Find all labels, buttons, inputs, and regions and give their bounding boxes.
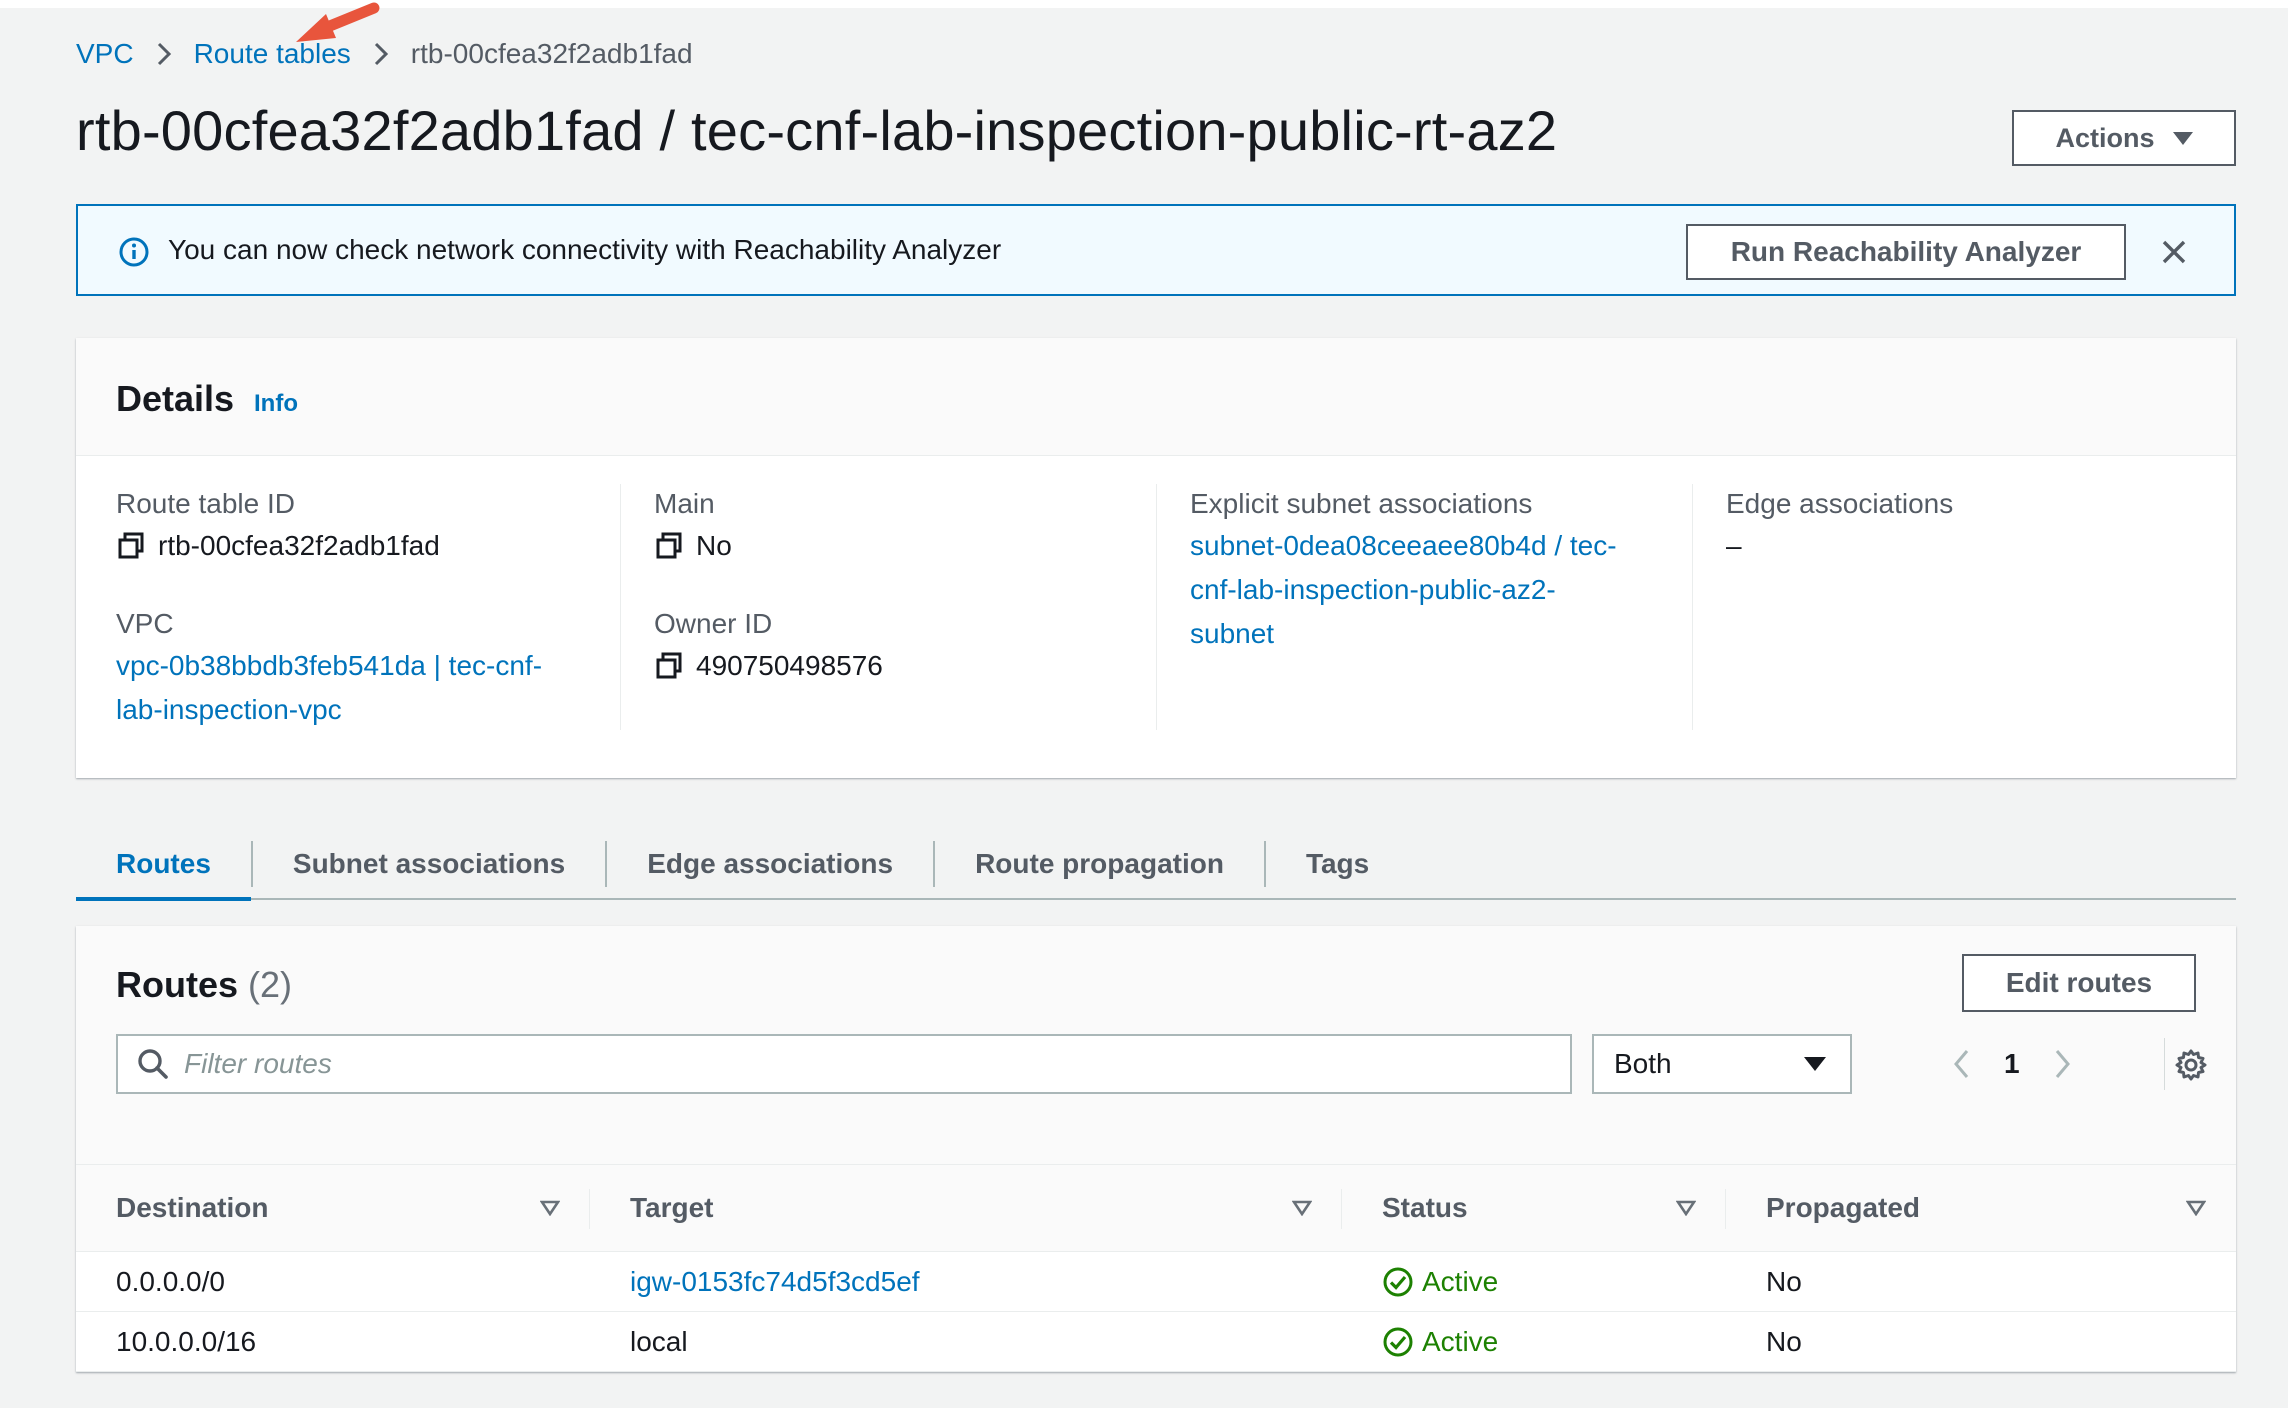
routes-count: (2)	[248, 964, 293, 1005]
info-banner: You can now check network connectivity w…	[76, 204, 2236, 296]
tab-edge-associations[interactable]: Edge associations	[607, 829, 933, 899]
run-reachability-analyzer-button[interactable]: Run Reachability Analyzer	[1686, 224, 2126, 280]
status-text: Active	[1422, 1265, 1499, 1297]
vpc-label: VPC	[116, 608, 174, 639]
column-header-status[interactable]: Status	[1342, 1164, 1726, 1252]
column-header-target[interactable]: Target	[590, 1164, 1342, 1252]
explicit-subnet-associations-label: Explicit subnet associations	[1190, 488, 1533, 519]
details-column-3: Explicit subnet associations subnet-0dea…	[1190, 484, 1617, 656]
sort-icon[interactable]	[2186, 1200, 2206, 1216]
details-column-4: Edge associations –	[1726, 484, 1953, 568]
owner-id-label: Owner ID	[654, 608, 773, 639]
details-card: Details Info Route table ID rtb-00cfea32…	[76, 338, 2236, 778]
actions-button[interactable]: Actions	[2012, 110, 2236, 166]
routes-table: Destination Target Status Propagated 0.0…	[76, 1164, 2236, 1372]
pagination: 1	[1952, 1034, 2072, 1094]
subnet-link-line-1[interactable]: subnet-0dea08ceeaee80b4d / tec-	[1190, 524, 1617, 568]
route-filter-select[interactable]: Both	[1592, 1034, 1852, 1094]
main-value: No	[654, 524, 883, 568]
search-icon	[138, 1049, 168, 1079]
check-circle-icon	[1383, 1267, 1413, 1296]
column-label: Destination	[116, 1192, 269, 1223]
details-column-1: Route table ID rtb-00cfea32f2adb1fad VPC…	[116, 484, 542, 732]
caret-down-icon	[1804, 1057, 1826, 1071]
cell-target: local	[590, 1311, 1342, 1372]
filter-box	[116, 1034, 1572, 1094]
route-table-id-label: Route table ID	[116, 488, 295, 519]
pager-divider	[2164, 1038, 2165, 1090]
details-title: Details	[116, 378, 235, 419]
status-text: Active	[1422, 1325, 1499, 1357]
page-number[interactable]: 1	[2004, 1048, 2020, 1080]
table-row[interactable]: 10.0.0.0/16 local Active No	[76, 1311, 2236, 1372]
sort-icon[interactable]	[1292, 1200, 1312, 1216]
tab-routes[interactable]: Routes	[76, 829, 251, 901]
check-circle-icon	[1383, 1327, 1413, 1356]
column-divider	[1156, 484, 1157, 730]
column-label: Propagated	[1766, 1192, 1921, 1223]
gear-icon[interactable]	[2174, 1048, 2208, 1082]
cell-destination: 0.0.0.0/0	[76, 1251, 590, 1312]
chevron-right-icon[interactable]	[2054, 1048, 2072, 1080]
cell-propagated: No	[1726, 1311, 2236, 1372]
cell-propagated: No	[1726, 1251, 2236, 1312]
main-value-text: No	[696, 530, 732, 561]
sort-icon[interactable]	[1676, 1200, 1696, 1216]
caret-down-icon	[2172, 131, 2193, 145]
route-table-id-text: rtb-00cfea32f2adb1fad	[158, 530, 440, 561]
column-header-destination[interactable]: Destination	[76, 1164, 590, 1252]
breadcrumb-current: rtb-00cfea32f2adb1fad	[410, 38, 693, 69]
owner-id-text: 490750498576	[696, 650, 883, 681]
vpc-link-line-1[interactable]: vpc-0b38bbdb3feb541da | tec-cnf-	[116, 644, 542, 688]
filter-routes-input[interactable]	[184, 1048, 1544, 1080]
copy-icon[interactable]	[116, 531, 146, 561]
subnet-link-line-3[interactable]: subnet	[1190, 612, 1617, 656]
tab-tags[interactable]: Tags	[1266, 829, 1409, 899]
copy-icon[interactable]	[654, 651, 684, 681]
tab-bar: Routes Subnet associations Edge associat…	[76, 829, 2236, 901]
details-column-2: Main No Owner ID 490750498576	[654, 484, 883, 688]
table-row[interactable]: 0.0.0.0/0 igw-0153fc74d5f3cd5ef Active N…	[76, 1251, 2236, 1312]
routes-panel: Routes (2) Edit routes Both 1	[76, 926, 2236, 1372]
cell-status: Active	[1342, 1251, 1726, 1312]
tab-route-propagation[interactable]: Route propagation	[935, 829, 1264, 899]
banner-text: You can now check network connectivity w…	[168, 234, 1002, 265]
column-divider	[1692, 484, 1693, 730]
edge-associations-label: Edge associations	[1726, 488, 1954, 519]
column-label: Target	[630, 1192, 714, 1223]
page-title: rtb-00cfea32f2adb1fad / tec-cnf-lab-insp…	[76, 99, 1558, 162]
column-header-propagated[interactable]: Propagated	[1726, 1164, 2236, 1252]
edge-associations-value: –	[1726, 530, 1742, 561]
subnet-link-line-2[interactable]: cnf-lab-inspection-public-az2-	[1190, 568, 1617, 612]
cell-status: Active	[1342, 1311, 1726, 1372]
column-divider	[620, 484, 621, 730]
tab-subnet-associations[interactable]: Subnet associations	[253, 829, 605, 899]
details-header: Details Info	[76, 338, 2236, 456]
breadcrumb-vpc[interactable]: VPC	[76, 38, 134, 70]
info-link[interactable]: Info	[254, 390, 298, 418]
copy-icon[interactable]	[654, 531, 684, 561]
select-value: Both	[1614, 1048, 1672, 1079]
column-label: Status	[1382, 1192, 1468, 1223]
cell-destination: 10.0.0.0/16	[76, 1311, 590, 1372]
routes-title: Routes (2)	[116, 964, 292, 1006]
routes-title-text: Routes	[116, 964, 239, 1005]
owner-id-value: 490750498576	[654, 644, 883, 688]
annotation-arrow-icon	[296, 2, 380, 42]
table-header-row: Destination Target Status Propagated	[76, 1164, 2236, 1252]
route-table-id-value: rtb-00cfea32f2adb1fad	[116, 524, 542, 568]
close-icon[interactable]	[2158, 236, 2190, 268]
chevron-right-icon	[156, 40, 172, 68]
vpc-link-line-2[interactable]: lab-inspection-vpc	[116, 688, 542, 732]
main-label: Main	[654, 488, 715, 519]
info-icon	[119, 237, 149, 267]
chevron-left-icon[interactable]	[1952, 1048, 1970, 1080]
edit-routes-button[interactable]: Edit routes	[1962, 954, 2196, 1012]
cell-target-link[interactable]: igw-0153fc74d5f3cd5ef	[590, 1251, 1342, 1312]
sort-icon[interactable]	[540, 1200, 560, 1216]
actions-button-label: Actions	[2055, 122, 2155, 153]
